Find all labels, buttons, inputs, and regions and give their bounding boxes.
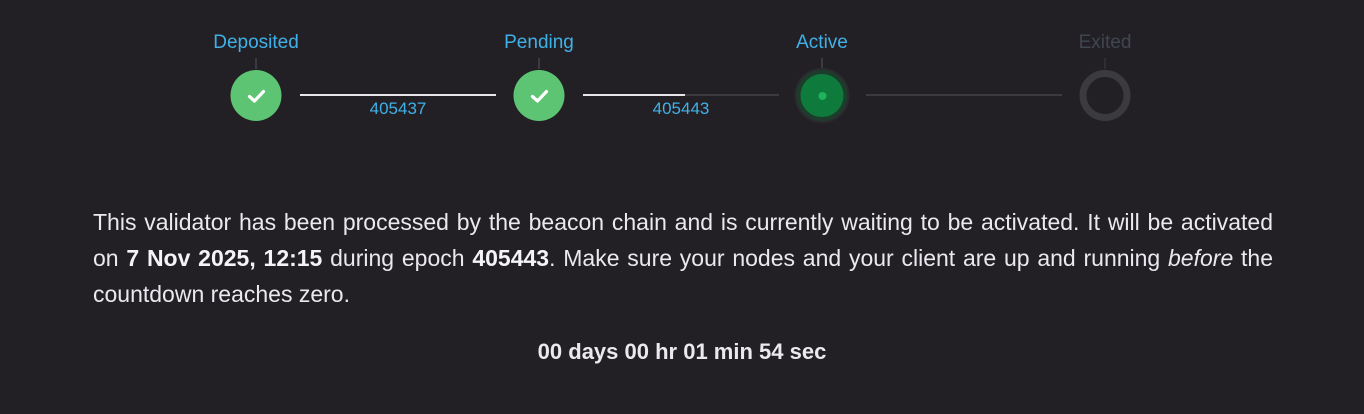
step-tick-pending	[538, 58, 540, 69]
active-dot-icon	[818, 91, 826, 100]
step-label-pending: Pending	[504, 32, 574, 53]
activation-date: 7 Nov 2025, 12:15	[126, 245, 323, 271]
connector-pending-active	[583, 94, 779, 96]
connector-progress	[583, 94, 685, 96]
description-emphasis: before	[1168, 245, 1234, 271]
description-text: during epoch	[322, 245, 473, 271]
description-text: . Make sure your nodes and your client a…	[549, 245, 1169, 271]
step-active-indicator-icon	[796, 70, 848, 121]
step-tick-exited	[1104, 58, 1106, 69]
epoch-label-pending: 405443	[652, 99, 710, 118]
step-deposited-check-icon	[230, 70, 282, 121]
epoch-label-deposited: 405437	[369, 99, 427, 118]
activation-epoch: 405443	[472, 245, 550, 271]
check-icon	[247, 89, 265, 103]
connector-deposited-pending	[300, 94, 496, 96]
step-label-deposited: Deposited	[213, 32, 299, 53]
step-pending-check-icon	[513, 70, 565, 121]
step-label-active: Active	[796, 32, 848, 53]
step-label-exited: Exited	[1078, 32, 1132, 53]
check-icon	[530, 89, 548, 103]
step-tick-deposited	[255, 58, 257, 69]
validator-status-panel: Deposited 405437 Pending 405443 Active E…	[0, 0, 1364, 414]
connector-active-exited	[866, 94, 1062, 96]
status-description: This validator has been processed by the…	[93, 204, 1273, 312]
step-tick-active	[821, 58, 823, 69]
activation-countdown: 00 days 00 hr 01 min 54 sec	[537, 339, 827, 364]
connector-progress	[300, 94, 496, 96]
step-exited-ring-icon	[1079, 70, 1131, 121]
